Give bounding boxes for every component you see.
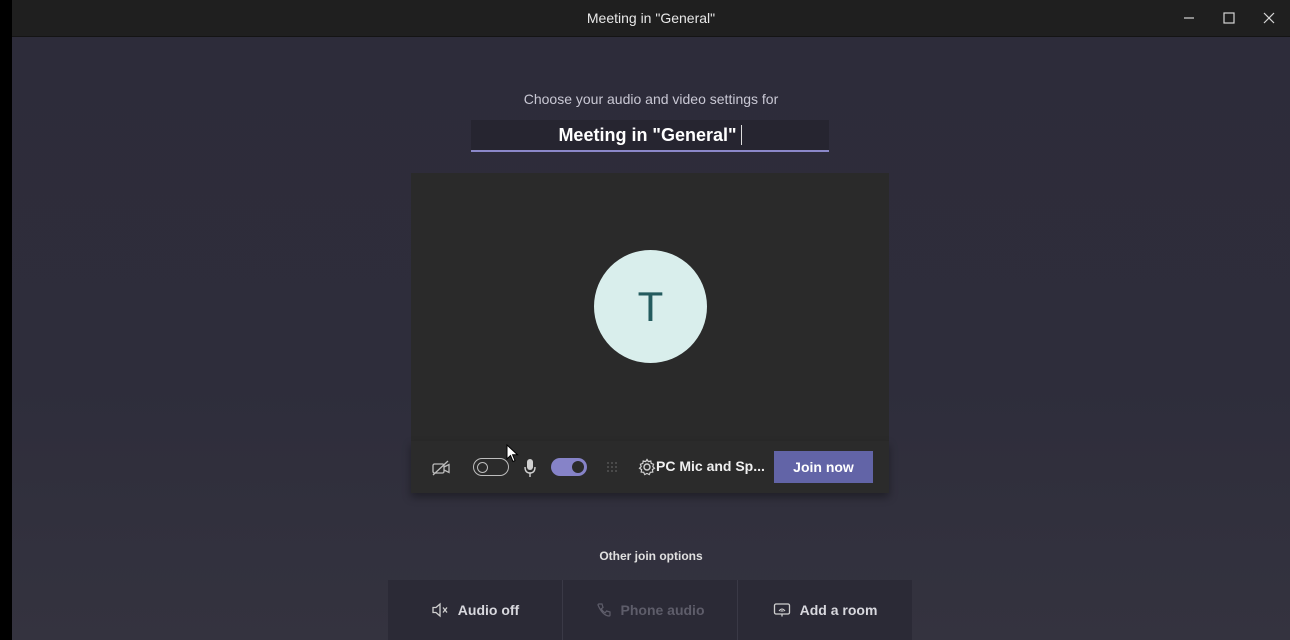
other-join-options: Audio off Phone audio Add a room [388, 580, 912, 640]
cast-room-icon [773, 603, 790, 617]
maximize-button[interactable] [1217, 6, 1241, 30]
close-icon [1263, 12, 1275, 24]
audio-off-label: Audio off [457, 602, 520, 618]
minimize-icon [1184, 17, 1194, 19]
add-room-option[interactable]: Add a room [738, 580, 912, 640]
maximize-icon [1223, 12, 1235, 24]
close-button[interactable] [1257, 6, 1281, 30]
meeting-window: Meeting in "General" Choose your audio a… [12, 0, 1290, 640]
minimize-button[interactable] [1177, 6, 1201, 30]
audio-off-option[interactable]: Audio off [388, 580, 563, 640]
phone-audio-label: Phone audio [620, 602, 705, 618]
device-control-bar: PC Mic and Sp... Join now [411, 441, 889, 493]
title-bar: Meeting in "General" [12, 0, 1290, 37]
video-preview: T [411, 173, 889, 441]
phone-icon [596, 603, 611, 617]
speaker-off-icon [432, 602, 448, 618]
meeting-name-input[interactable]: Meeting in "General" [471, 120, 829, 152]
background-blur-icon[interactable] [604, 459, 622, 477]
audio-device-label[interactable]: PC Mic and Sp... [656, 458, 765, 474]
settings-subtitle: Choose your audio and video settings for [523, 91, 779, 107]
text-caret [740, 125, 742, 145]
camera-toggle[interactable] [473, 458, 509, 476]
meeting-name-text: Meeting in "General" [558, 124, 737, 145]
other-join-options-title: Other join options [599, 549, 703, 563]
window-title: Meeting in "General" [586, 10, 716, 26]
microphone-icon [520, 457, 540, 479]
phone-audio-option[interactable]: Phone audio [563, 580, 738, 640]
camera-off-icon [430, 457, 452, 479]
microphone-toggle[interactable] [551, 458, 587, 476]
join-now-button[interactable]: Join now [774, 451, 873, 483]
gear-icon[interactable] [637, 457, 657, 477]
avatar: T [594, 250, 707, 363]
mouse-cursor-icon [506, 444, 519, 463]
add-room-label: Add a room [799, 602, 878, 618]
